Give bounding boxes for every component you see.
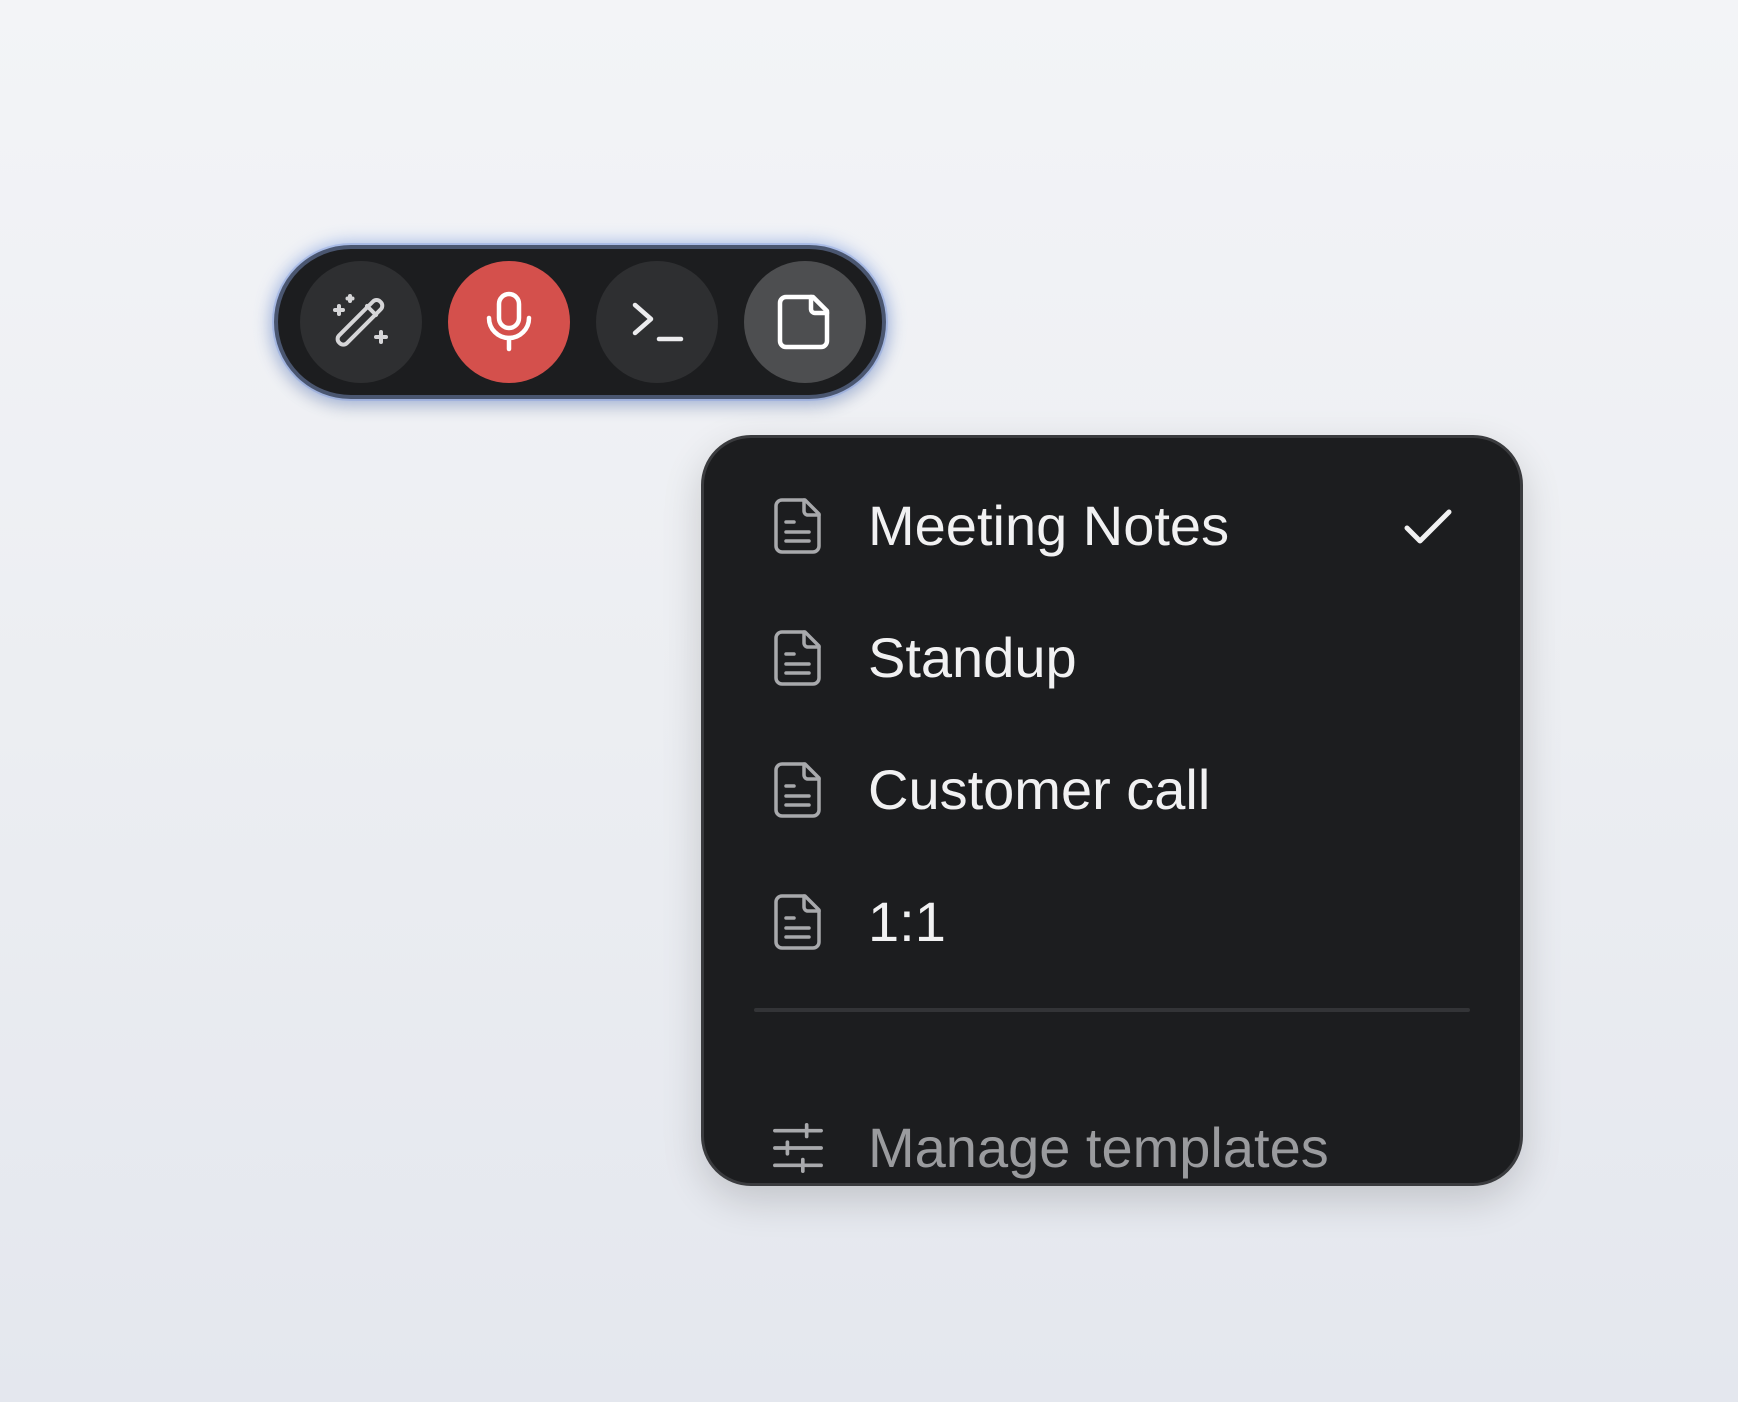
magic-wand-button[interactable] [300,261,422,383]
template-button[interactable] [744,261,866,383]
record-button[interactable] [448,261,570,383]
terminal-icon [632,302,684,342]
check-icon [1404,509,1452,544]
menu-item-one-on-one[interactable]: 1:1 [704,872,1520,972]
floating-toolbar [274,245,886,399]
microphone-icon [486,291,532,352]
menu-item-label: Customer call [868,758,1211,821]
template-menu: Meeting Notes Standup Customer call 1:1 … [701,435,1523,1186]
document-icon [772,628,824,688]
menu-item-label: Standup [868,626,1077,689]
menu-item-standup[interactable]: Standup [704,608,1520,708]
menu-item-label: 1:1 [868,890,946,953]
note-icon [777,294,830,350]
document-icon [772,892,824,952]
manage-templates-label: Manage templates [868,1116,1329,1179]
document-icon [772,760,824,820]
manage-templates-item[interactable]: Manage templates [704,1098,1520,1198]
menu-divider [754,1008,1470,1012]
menu-item-label: Meeting Notes [868,494,1230,557]
sliders-icon [772,1118,824,1178]
menu-item-meeting-notes[interactable]: Meeting Notes [704,476,1520,576]
document-icon [772,496,824,556]
magic-wand-icon [333,294,388,347]
menu-item-customer-call[interactable]: Customer call [704,740,1520,840]
terminal-button[interactable] [596,261,718,383]
